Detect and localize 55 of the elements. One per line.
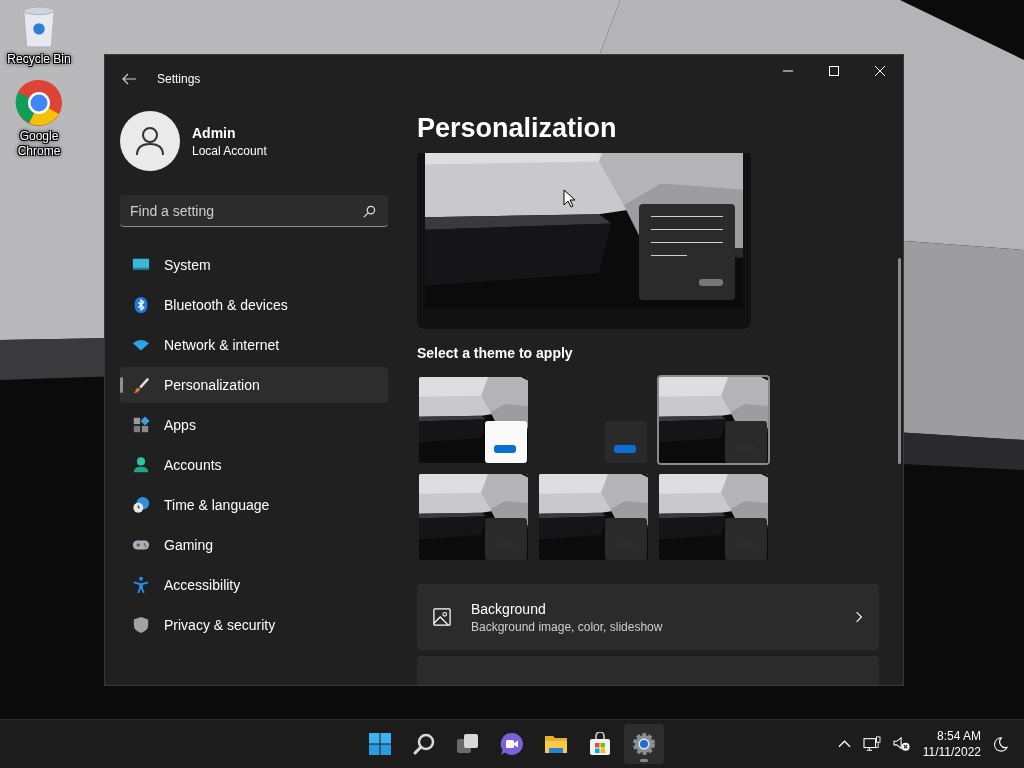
page-title: Personalization [417,113,618,145]
image-icon [433,608,451,626]
network-icon[interactable] [862,736,881,752]
bluetooth-icon [132,296,150,314]
sidebar-item[interactable]: Time & language [120,487,388,523]
window-thumbnail-drawing [605,518,647,560]
sidebar-item[interactable]: Apps [120,407,388,443]
maximize-icon [829,66,839,76]
clock[interactable]: 8:54 AM 11/11/2022 [922,728,981,760]
window-thumbnail-drawing [725,518,767,560]
settings-card[interactable]: Background Background image, color, slideshow [417,584,879,650]
window-thumbnail-drawing [725,421,767,463]
sidebar-item[interactable]: Network & internet [120,327,388,363]
moon-icon[interactable] [993,736,1008,752]
sidebar-item[interactable]: Privacy & security [120,607,388,643]
brush-icon [132,376,150,394]
gear-icon [632,732,656,756]
shield-icon [132,616,150,634]
sidebar-item[interactable]: Accessibility [120,567,388,603]
windows-logo-icon [368,732,392,756]
shopping-bag-icon [588,732,612,756]
card-title: Background [471,600,547,617]
account-type: Local Account [192,143,267,158]
sidebar-item[interactable]: Gaming [120,527,388,563]
chat-icon [500,732,524,756]
apps-icon [132,416,150,434]
sidebar-item[interactable]: Personalization [120,367,388,403]
section-heading: Select a theme to apply [417,345,574,361]
chevron-right-icon [855,611,863,623]
window-thumbnail-drawing [605,421,647,463]
search-field[interactable]: Find a setting [120,195,388,227]
window-thumbnail-drawing [485,421,527,463]
window-title: Settings [157,72,201,86]
sidebar-item[interactable]: System [120,247,388,283]
person-icon [132,456,150,474]
chrome-logo-icon[interactable] [15,79,63,127]
search-icon [363,205,376,218]
back-arrow-icon[interactable] [121,71,137,87]
recycle-bin-icon[interactable] [20,4,58,50]
taskbar-button[interactable] [624,724,664,764]
chevron-up-icon[interactable] [837,740,851,748]
close-icon [875,66,885,76]
avatar[interactable] [120,111,180,171]
task-view-icon [456,732,480,756]
muted-speaker-icon[interactable] [892,736,911,752]
scrollbar[interactable] [898,258,901,464]
sidebar-item[interactable]: Accounts [120,447,388,483]
sidebar-item[interactable]: Bluetooth & devices [120,287,388,323]
card-subtitle: Background image, color, slideshow [471,619,663,634]
user-name: Admin [192,124,237,141]
mouse-cursor-icon [563,189,575,208]
window-thumbnail-drawing [485,518,527,560]
search-icon [412,732,436,756]
globe-clock-icon [132,496,150,514]
accessibility-icon [132,576,150,594]
